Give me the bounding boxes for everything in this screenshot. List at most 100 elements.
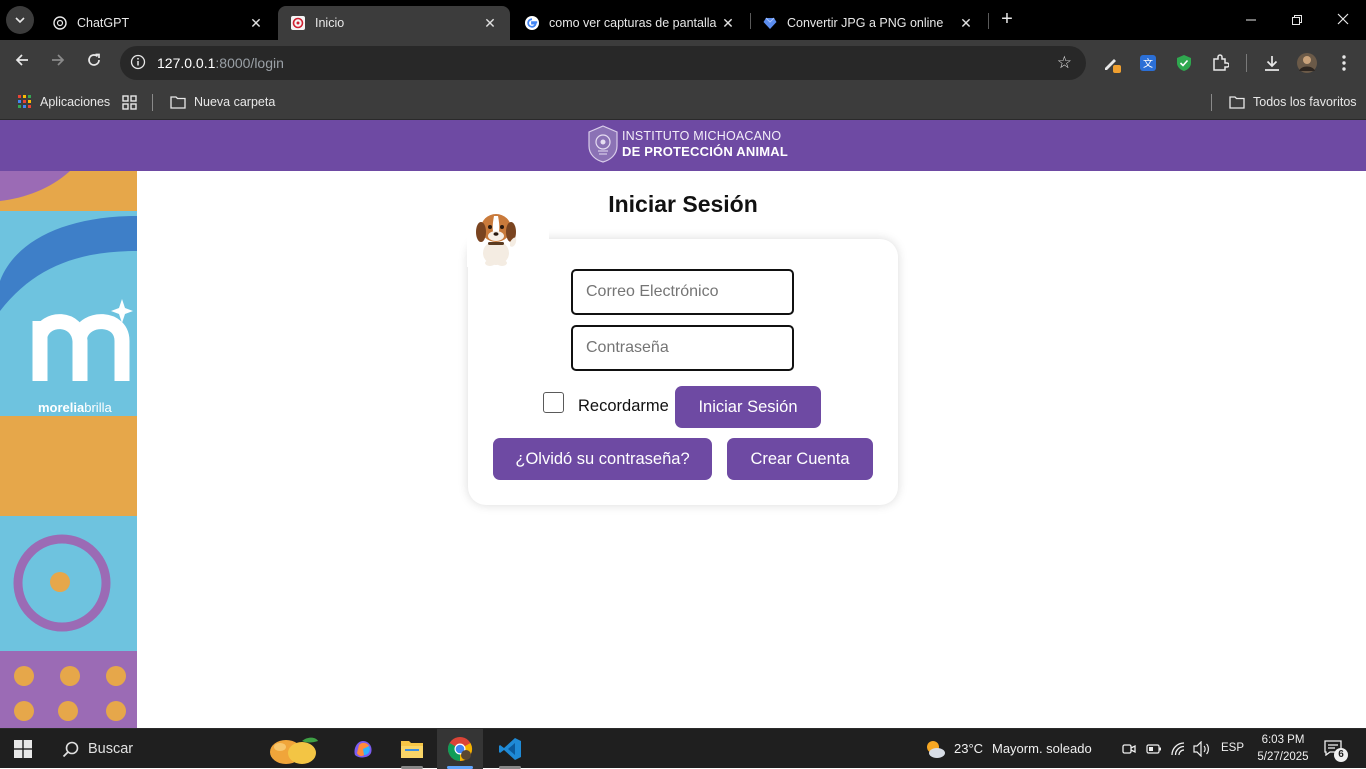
- camera-privacy-icon[interactable]: [1122, 742, 1136, 756]
- star-icon[interactable]: ☆: [1057, 53, 1072, 73]
- search-icon: [62, 741, 79, 758]
- bookmark-apps[interactable]: Aplicaciones: [18, 93, 110, 111]
- svg-text:moreliabrilla: moreliabrilla: [38, 400, 112, 415]
- bookmark-label: Nueva carpeta: [194, 95, 276, 109]
- extension-edit-icon[interactable]: [1101, 52, 1123, 74]
- tab-google-search[interactable]: como ver capturas de pantalla e ✕: [512, 6, 748, 40]
- browser-toolbar: 127.0.0.1:8000/login ☆ 文: [0, 40, 1366, 85]
- weather-partly-sunny-icon[interactable]: [924, 738, 946, 760]
- taskbar-chrome[interactable]: [437, 729, 483, 769]
- notification-center-button[interactable]: 6: [1324, 740, 1348, 762]
- clock[interactable]: 6:03 PM 5/27/2025: [1252, 732, 1314, 766]
- arrow-left-icon: [15, 54, 28, 66]
- tab-title: Convertir JPG a PNG online: [787, 16, 944, 30]
- bookmark-folder[interactable]: Nueva carpeta: [170, 93, 275, 111]
- weather-temperature[interactable]: 23°C: [954, 741, 983, 756]
- chevron-down-icon: [15, 17, 25, 24]
- morelia-brilla-artwork: moreliabrilla: [0, 171, 137, 728]
- close-icon[interactable]: ✕: [958, 15, 974, 32]
- page-title: Iniciar Sesión: [608, 191, 758, 217]
- folder-icon: [1229, 96, 1245, 109]
- profile-avatar[interactable]: [1296, 52, 1318, 74]
- brand-word: morelia: [38, 400, 85, 415]
- institute-logo[interactable]: INSTITUTO MICHOACANO DE PROTECCIÓN ANIMA…: [586, 124, 788, 164]
- notification-count-badge: 6: [1334, 748, 1348, 762]
- minimize-button[interactable]: [1228, 8, 1274, 32]
- fruit-search-highlight-icon: [270, 737, 318, 764]
- svg-text:文: 文: [1143, 57, 1153, 70]
- remember-checkbox[interactable]: [543, 392, 564, 413]
- reload-icon: [88, 53, 100, 66]
- tab-title: como ver capturas de pantalla e: [549, 16, 720, 30]
- weather-description[interactable]: Mayorm. soleado: [992, 741, 1092, 756]
- taskbar-copilot[interactable]: [340, 729, 386, 769]
- seal-icon: [588, 125, 618, 163]
- heart-diamond-icon: [762, 15, 778, 31]
- taskbar-file-explorer[interactable]: [389, 729, 435, 769]
- brand-word-light: brilla: [84, 400, 112, 415]
- logo-line-2: DE PROTECCIÓN ANIMAL: [622, 143, 789, 159]
- wifi-icon[interactable]: [1170, 741, 1186, 757]
- toolbar-divider: [1246, 54, 1247, 72]
- tab-groups-button[interactable]: [122, 93, 145, 111]
- menu-icon[interactable]: [1333, 52, 1355, 74]
- password-field[interactable]: [571, 325, 794, 371]
- info-icon[interactable]: [130, 54, 146, 70]
- taskbar-search[interactable]: Buscar: [52, 733, 327, 765]
- shield-icon[interactable]: [1173, 52, 1195, 74]
- taskbar-vscode[interactable]: [487, 729, 533, 769]
- forgot-password-button[interactable]: ¿Olvidó su contraseña?: [493, 438, 712, 480]
- logo-text: INSTITUTO MICHOACANO DE PROTECCIÓN ANIMA…: [622, 129, 788, 160]
- tab-title: ChatGPT: [77, 16, 130, 30]
- bookmark-divider: [1211, 94, 1212, 111]
- close-window-button[interactable]: [1320, 8, 1366, 32]
- volume-icon[interactable]: [1193, 741, 1210, 757]
- restore-button[interactable]: [1274, 8, 1320, 32]
- close-icon[interactable]: ✕: [482, 15, 498, 32]
- battery-icon[interactable]: [1146, 743, 1162, 755]
- arrow-right-icon: [52, 54, 65, 66]
- bookmark-all[interactable]: Todos los favoritos: [1229, 93, 1357, 111]
- email-field[interactable]: [571, 269, 794, 315]
- login-button[interactable]: Iniciar Sesión: [675, 386, 821, 428]
- tab-search-button[interactable]: [6, 6, 34, 34]
- tab-chatgpt[interactable]: ChatGPT ✕: [40, 6, 276, 40]
- extensions-icon[interactable]: [1209, 52, 1231, 74]
- bookmark-divider: [152, 94, 153, 111]
- remember-label: Recordarme: [578, 397, 669, 415]
- clock-time: 6:03 PM: [1261, 734, 1305, 746]
- tab-title: Inicio: [315, 16, 345, 30]
- create-account-button[interactable]: Crear Cuenta: [727, 438, 873, 480]
- tab-convertir[interactable]: Convertir JPG a PNG online ✕: [750, 6, 986, 40]
- new-tab-button[interactable]: +: [996, 9, 1018, 31]
- translate-icon[interactable]: 文: [1137, 52, 1159, 74]
- windows-taskbar: Buscar 23°C Mayorm. soleado ESP 6:03 PM …: [0, 728, 1366, 769]
- restore-icon: [1292, 15, 1302, 25]
- google-icon: [524, 15, 540, 31]
- grid-icon: [122, 94, 137, 110]
- address-bar[interactable]: 127.0.0.1:8000/login ☆: [120, 46, 1086, 80]
- download-icon[interactable]: [1261, 52, 1283, 74]
- clock-date: 5/27/2025: [1257, 751, 1309, 763]
- site-header: INSTITUTO MICHOACANO DE PROTECCIÓN ANIMA…: [0, 120, 1366, 171]
- reload-button[interactable]: [82, 50, 106, 74]
- close-icon[interactable]: ✕: [248, 15, 264, 32]
- bookmarks-bar: Aplicaciones Nueva carpeta Todos los fav…: [0, 85, 1366, 120]
- vscode-icon: [499, 738, 521, 760]
- close-icon[interactable]: ✕: [720, 15, 736, 32]
- close-icon: [1337, 13, 1349, 25]
- side-decoration: moreliabrilla: [0, 171, 137, 728]
- search-label: Buscar: [88, 741, 134, 757]
- bookmark-label: Aplicaciones: [40, 95, 111, 109]
- forward-button[interactable]: [46, 50, 70, 74]
- language-indicator[interactable]: ESP: [1221, 742, 1244, 754]
- logo-line-1: INSTITUTO MICHOACANO: [622, 128, 782, 143]
- minimize-icon: [1246, 19, 1256, 21]
- url-host: 127.0.0.1: [157, 55, 216, 71]
- windows-start-icon[interactable]: [14, 740, 32, 758]
- back-button[interactable]: [10, 50, 34, 74]
- tab-strip: ChatGPT ✕ Inicio ✕ como ver capturas de …: [0, 0, 1366, 40]
- dog-illustration: [476, 214, 517, 266]
- copilot-icon: [354, 741, 372, 758]
- tab-inicio[interactable]: Inicio ✕: [278, 6, 510, 40]
